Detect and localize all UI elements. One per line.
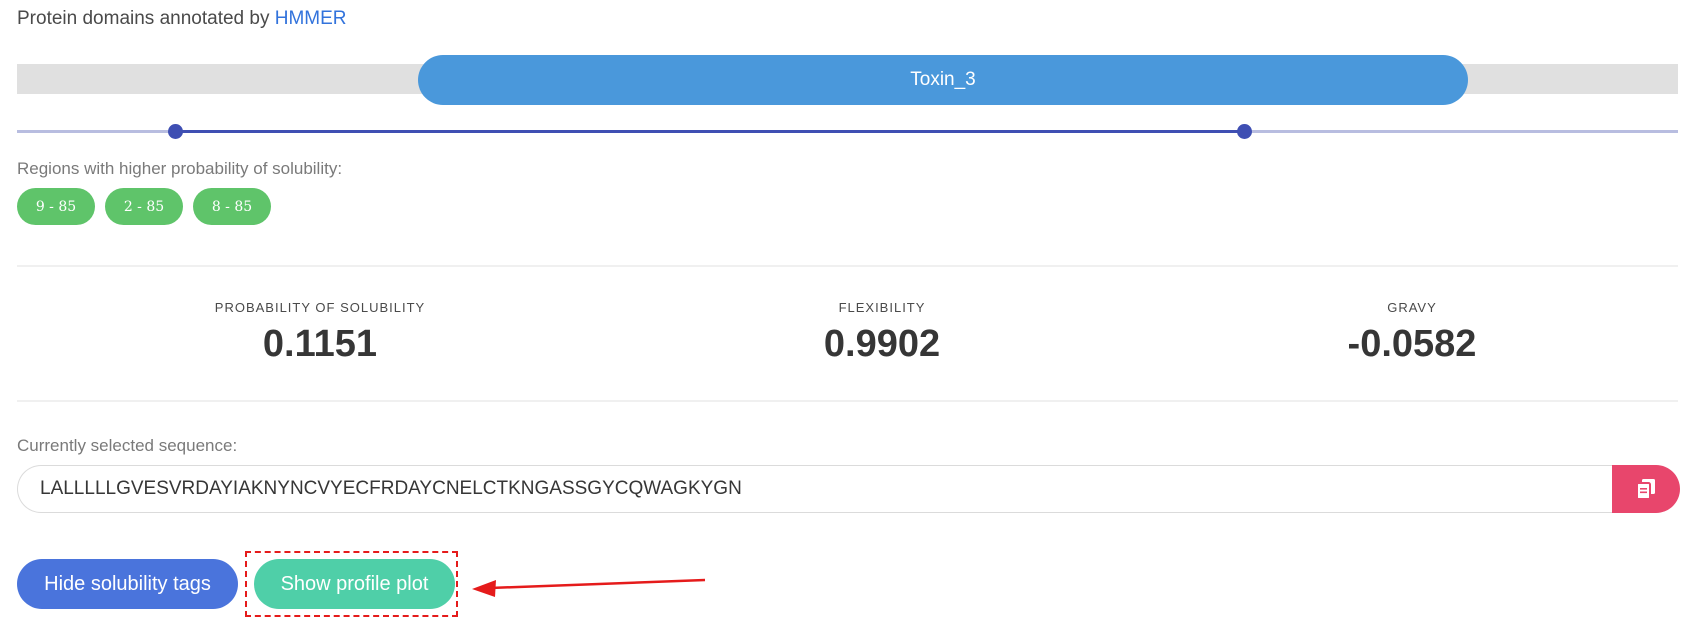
stat-value: 0.1151 [262,323,378,365]
solubility-tag[interactable]: 2 - 85 [105,188,183,225]
copy-button[interactable] [1612,465,1680,513]
domains-heading-text: Protein domains annotated by [17,8,270,29]
hmmer-link[interactable]: HMMER [275,8,347,29]
arrow-left-icon [472,578,706,597]
solubility-tag[interactable]: 9 - 85 [17,188,95,225]
stat-label: GRAVY [1387,300,1437,315]
stat-value: 0.9902 [823,323,941,365]
domains-heading: Protein domains annotated by HMMER [17,8,347,30]
stat-probability-of-solubility: PROBABILITY OF SOLUBILITY 0.1151 [120,300,520,366]
range-slider-selection [175,130,1244,133]
solubility-tag[interactable]: 8 - 85 [193,188,271,225]
stat-label: FLEXIBILITY [838,300,926,315]
divider [17,265,1678,267]
page: Protein domains annotated by HMMER Toxin… [0,0,1694,628]
domain-pill-toxin-3[interactable]: Toxin_3 [418,55,1468,105]
stat-flexibility: FLEXIBILITY 0.9902 [682,300,1082,366]
stat-gravy: GRAVY -0.0582 [1212,300,1612,366]
sequence-field[interactable] [17,465,1613,513]
hide-solubility-tags-button[interactable]: Hide solubility tags [17,559,238,609]
copy-icon [1637,479,1655,499]
range-slider-start-handle[interactable] [168,124,183,139]
annotation-highlight-box [245,551,458,617]
sequence-label: Currently selected sequence: [17,436,238,455]
stat-value: -0.0582 [1347,323,1477,365]
divider [17,400,1678,402]
stat-label: PROBABILITY OF SOLUBILITY [214,300,426,315]
solubility-regions-label: Regions with higher probability of solub… [17,159,343,178]
solubility-tags: 9 - 85 2 - 85 8 - 85 [17,188,271,225]
range-slider-end-handle[interactable] [1237,124,1252,139]
